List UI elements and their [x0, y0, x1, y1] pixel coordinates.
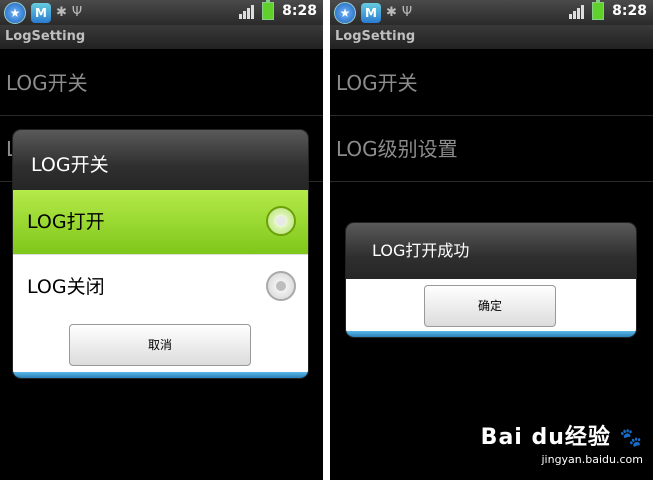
paw-icon: 🐾 [619, 427, 643, 449]
radio-unchecked-icon[interactable] [266, 271, 296, 301]
m-app-icon: M [31, 3, 51, 23]
android-debug-icon: ✱ [386, 5, 397, 20]
right-screen: ★ M ✱ Ψ 8:28 LogSetting LOG开关 LOG级别设置 LO… [330, 0, 653, 480]
battery-icon [262, 0, 275, 20]
option-log-off[interactable]: LOG关闭 [13, 254, 308, 318]
dialog-accent-bar [346, 331, 636, 337]
app-title: LogSetting [330, 25, 653, 49]
signal-icon [569, 3, 585, 19]
star-app-icon: ★ [4, 2, 26, 24]
dialog-title: LOG开关 [13, 130, 308, 190]
watermark-logo: Bai du经验 [480, 425, 611, 450]
dialog-body: 确定 [346, 279, 636, 331]
ok-button[interactable]: 确定 [424, 285, 556, 327]
log-switch-dialog: LOG开关 LOG打开 LOG关闭 取消 [13, 130, 308, 378]
watermark-url: jingyan.baidu.com [541, 453, 643, 466]
battery-icon [592, 0, 605, 20]
dialog-message: LOG打开成功 [346, 223, 636, 279]
m-app-icon: M [361, 3, 381, 23]
star-app-icon: ★ [334, 2, 356, 24]
list-item-log-switch[interactable]: LOG开关 [0, 50, 323, 116]
signal-icon [239, 3, 255, 19]
cancel-button[interactable]: 取消 [69, 324, 251, 366]
app-title: LogSetting [0, 25, 323, 49]
radio-checked-icon[interactable] [266, 206, 296, 236]
dialog-body: LOG打开 LOG关闭 取消 [13, 190, 308, 372]
option-log-on[interactable]: LOG打开 [13, 190, 308, 254]
baidu-jingyan-watermark: Bai du经验 🐾 jingyan.baidu.com [481, 419, 643, 466]
usb-icon: Ψ [401, 5, 413, 20]
dialog-accent-bar [13, 372, 308, 378]
android-debug-icon: ✱ [56, 5, 67, 20]
log-on-success-dialog: LOG打开成功 确定 [346, 223, 636, 337]
status-bar: ★ M ✱ Ψ 8:28 [0, 0, 323, 25]
usb-icon: Ψ [71, 5, 83, 20]
status-bar: ★ M ✱ Ψ 8:28 [330, 0, 653, 25]
left-screen: ★ M ✱ Ψ 8:28 LogSetting LOG开关 L LOG开关 LO… [0, 0, 323, 480]
clock: 8:28 [612, 3, 647, 19]
list-item-log-switch[interactable]: LOG开关 [330, 50, 653, 116]
list-item-log-level[interactable]: LOG级别设置 [330, 116, 653, 182]
option-label: LOG关闭 [27, 276, 105, 298]
option-label: LOG打开 [27, 211, 105, 233]
clock: 8:28 [282, 3, 317, 19]
